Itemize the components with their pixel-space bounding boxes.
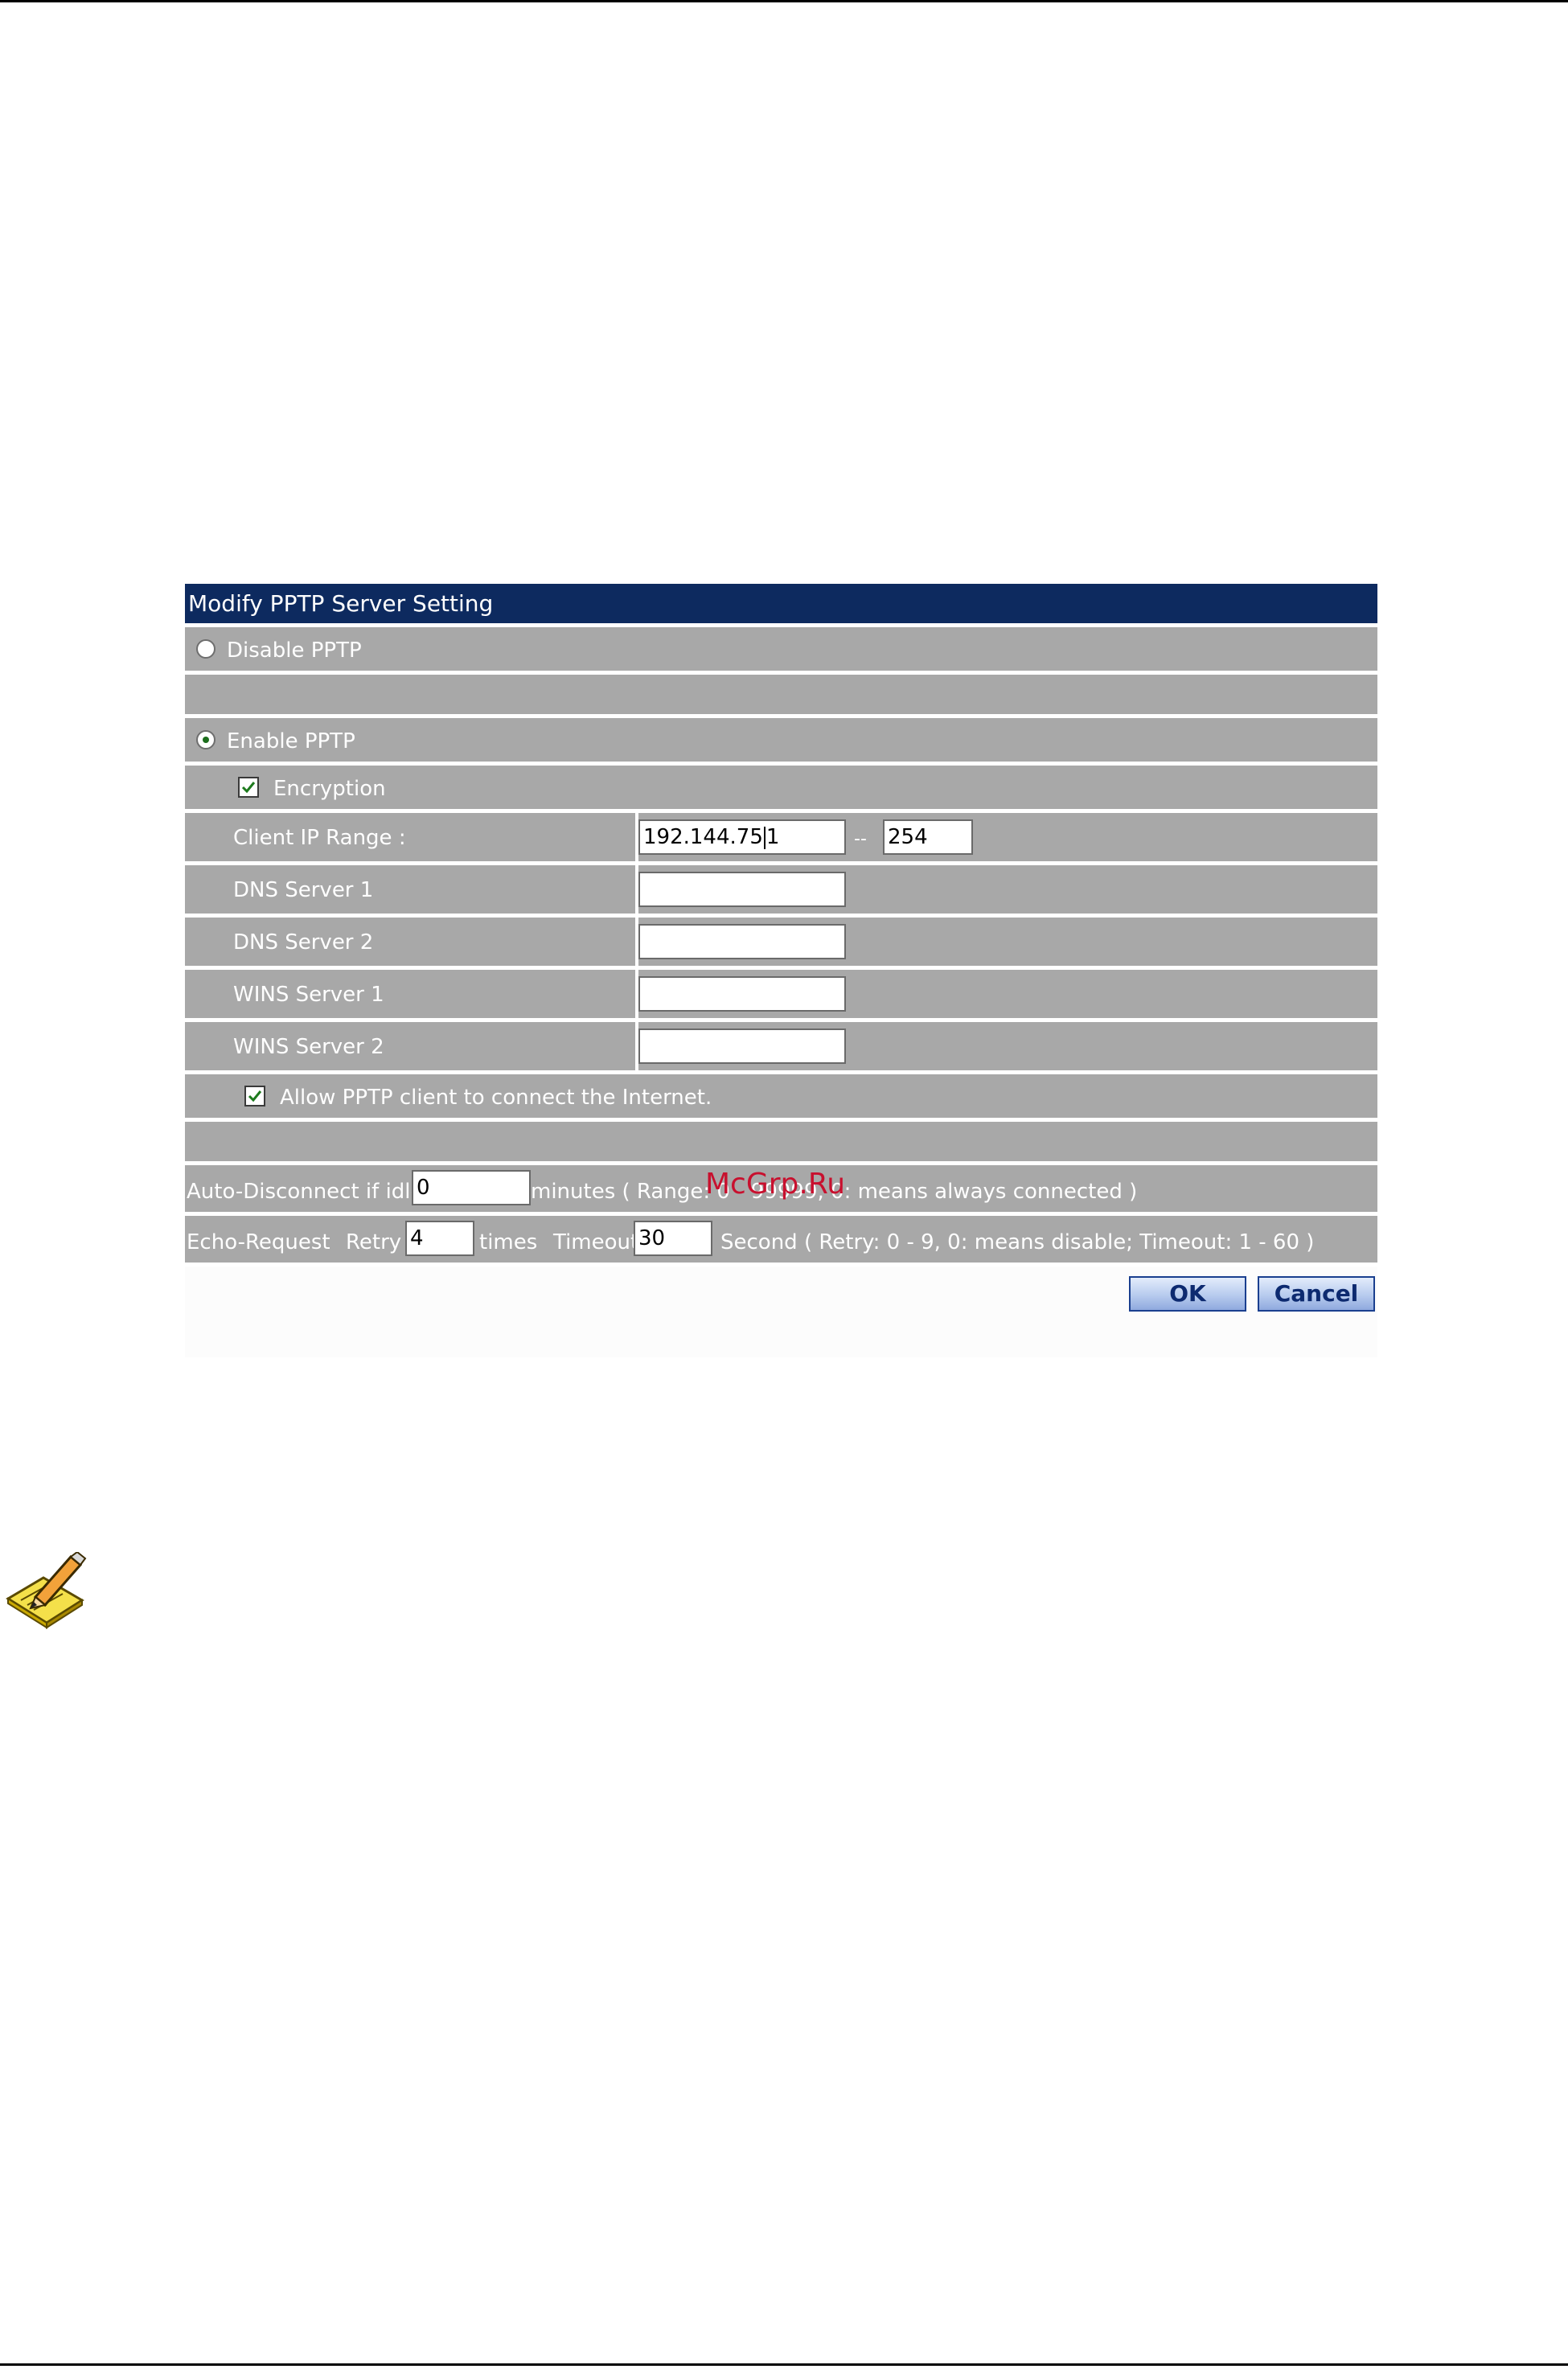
pptp-settings-panel: Modify PPTP Server Setting Disable PPTP … (185, 584, 1377, 1357)
cancel-button[interactable]: Cancel (1258, 1276, 1375, 1312)
dns-server-2-row: DNS Server 2 (185, 918, 1377, 966)
client-ip-row: Client IP Range : 192.144.75 1 -- 254 (185, 813, 1377, 861)
auto-disconnect-label: Auto-Disconnect if idle (187, 1180, 424, 1204)
client-ip-end-input[interactable]: 254 (883, 819, 973, 855)
wins-server-1-input[interactable] (638, 976, 846, 1012)
allow-internet-label: Allow PPTP client to connect the Interne… (280, 1086, 712, 1110)
echo-request-label: Echo-Request (187, 1230, 330, 1254)
note-pencil-icon (3, 1550, 87, 1632)
spacer-row-2 (185, 1122, 1377, 1161)
dns-server-1-input[interactable] (638, 872, 846, 907)
enable-pptp-radio[interactable] (196, 730, 215, 749)
top-rule (0, 0, 1568, 2)
dns-server-2-input[interactable] (638, 924, 846, 959)
check-icon (248, 1090, 262, 1102)
enable-pptp-row: Enable PPTP (185, 718, 1377, 762)
disable-pptp-row: Disable PPTP (185, 627, 1377, 671)
panel-title: Modify PPTP Server Setting (185, 584, 1377, 623)
retry-input[interactable]: 4 (405, 1221, 474, 1256)
wins-server-2-label: WINS Server 2 (233, 1035, 384, 1059)
client-ip-label: Client IP Range : (233, 826, 406, 850)
timeout-input[interactable]: 30 (634, 1221, 712, 1256)
disable-pptp-label: Disable PPTP (227, 638, 362, 663)
dns-server-1-label-cell: DNS Server 1 (185, 865, 635, 914)
times-label: times (479, 1230, 538, 1254)
wins-server-1-row: WINS Server 1 (185, 970, 1377, 1018)
watermark-text: McGrp.Ru (705, 1168, 846, 1201)
echo-request-row: Echo-Request Retry 4 times Timeout 30 Se… (185, 1216, 1377, 1263)
timeout-label: Timeout (553, 1230, 639, 1254)
dns-server-1-row: DNS Server 1 (185, 865, 1377, 914)
wins-server-1-label-cell: WINS Server 1 (185, 970, 635, 1018)
wins-server-2-label-cell: WINS Server 2 (185, 1022, 635, 1070)
client-ip-start-input[interactable]: 192.144.75 1 (638, 819, 846, 855)
check-icon (241, 782, 256, 794)
client-ip-start-text: 192.144.75 (643, 825, 763, 849)
retry-label: Retry (346, 1230, 402, 1254)
dns-server-1-label: DNS Server 1 (233, 878, 374, 902)
spacer-row (185, 675, 1377, 714)
enable-pptp-label: Enable PPTP (227, 729, 355, 753)
client-ip-label-cell: Client IP Range : (185, 813, 635, 861)
dns-server-2-label: DNS Server 2 (233, 930, 374, 955)
disable-pptp-radio[interactable] (196, 639, 215, 659)
client-ip-start-text-end: 1 (766, 825, 780, 849)
auto-disconnect-input[interactable]: 0 (412, 1170, 531, 1205)
encryption-row: Encryption (185, 766, 1377, 809)
bottom-rule (0, 2363, 1568, 2366)
allow-internet-row: Allow PPTP client to connect the Interne… (185, 1074, 1377, 1118)
wins-server-2-input[interactable] (638, 1028, 846, 1064)
text-caret (763, 826, 766, 849)
wins-server-1-label: WINS Server 1 (233, 983, 384, 1007)
range-separator: -- (854, 829, 867, 849)
ok-button[interactable]: OK (1129, 1276, 1246, 1312)
radio-selected-dot (203, 737, 209, 743)
dns-server-2-label-cell: DNS Server 2 (185, 918, 635, 966)
button-bar: OK Cancel (185, 1267, 1377, 1357)
allow-internet-checkbox[interactable] (244, 1086, 265, 1106)
wins-server-2-row: WINS Server 2 (185, 1022, 1377, 1070)
encryption-checkbox[interactable] (238, 777, 259, 798)
echo-request-hint: Second ( Retry: 0 - 9, 0: means disable;… (720, 1230, 1315, 1254)
encryption-label: Encryption (273, 777, 386, 801)
